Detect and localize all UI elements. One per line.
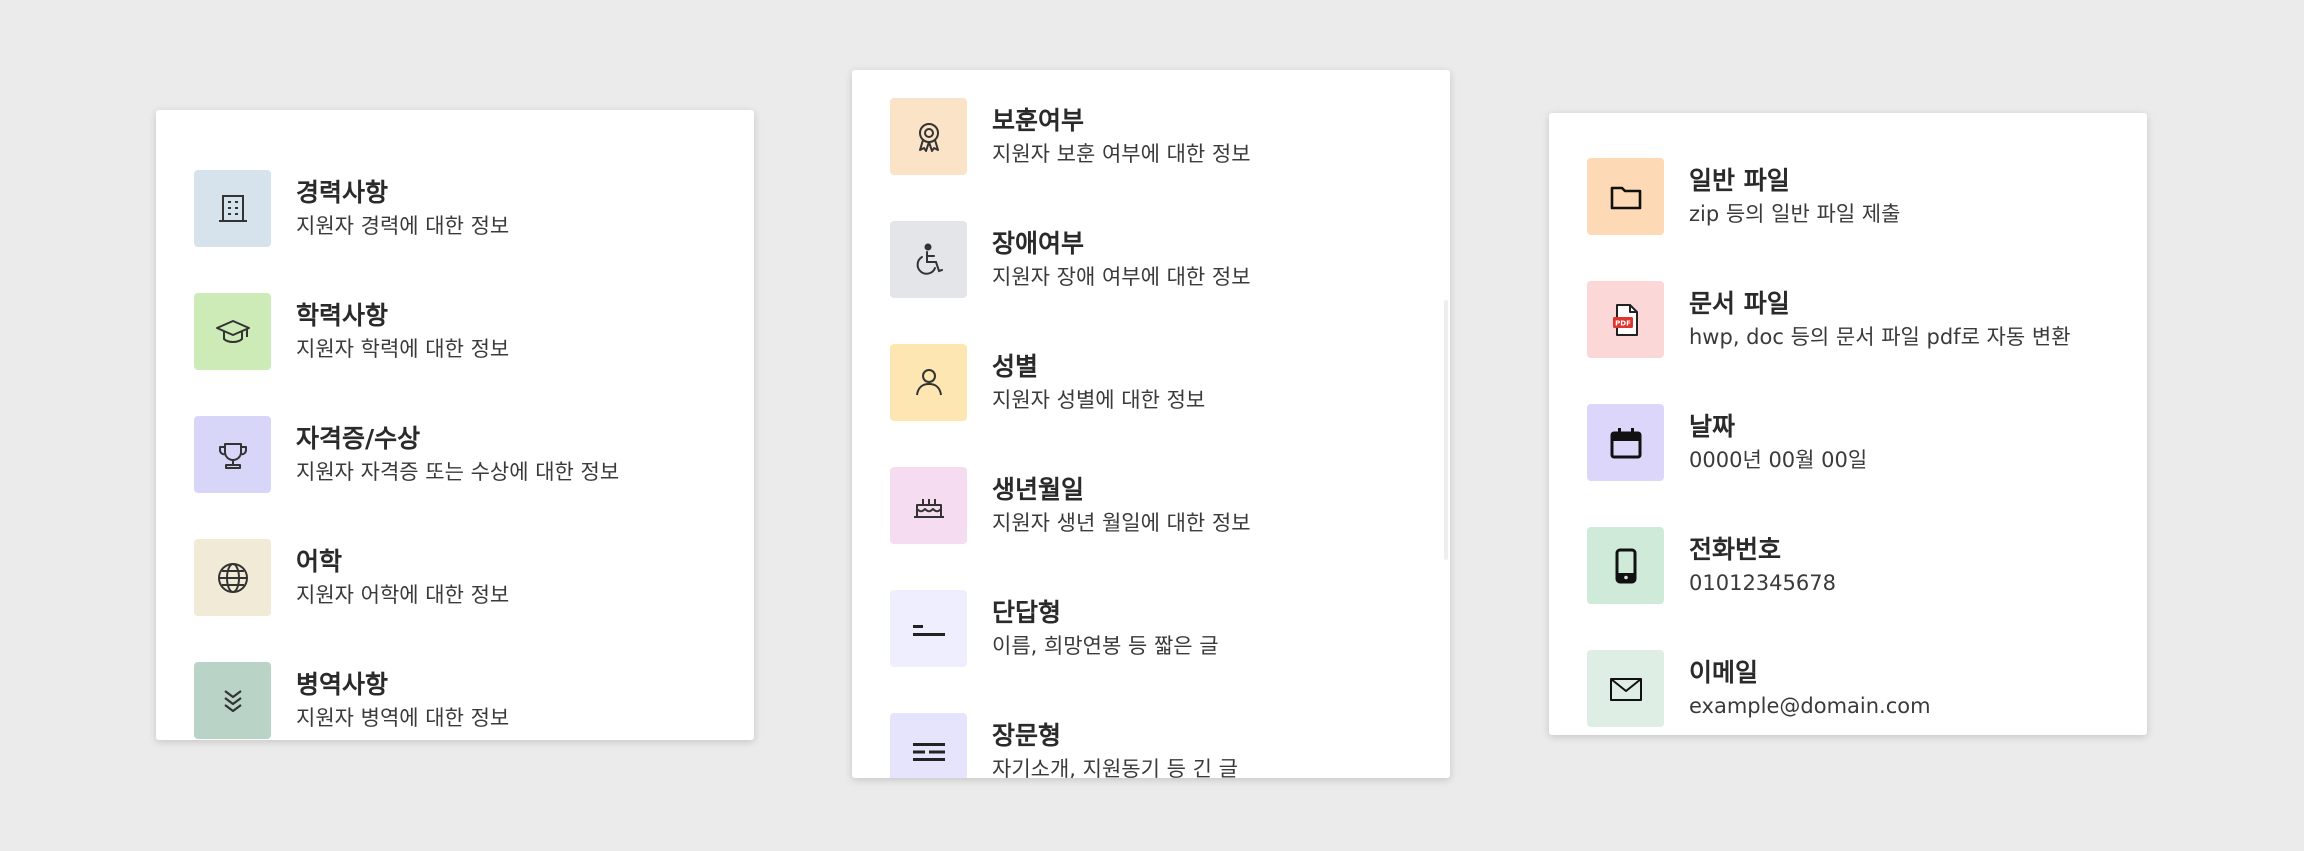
item-description: 자기소개, 지원동기 등 긴 글 — [992, 756, 1238, 779]
input-type-card: 일반 파일 zip 등의 일반 파일 제출 PDF 문서 파일 hwp, doc… — [1549, 113, 2147, 735]
folder-icon — [1610, 186, 1641, 209]
field-item-career[interactable]: 경력사항 지원자 경력에 대한 정보 — [156, 147, 754, 270]
building-icon — [218, 194, 247, 222]
field-item-long-answer[interactable]: 장문형 자기소개, 지원동기 등 긴 글 — [852, 690, 1450, 778]
field-item-email[interactable]: 이메일 example@domain.com — [1549, 627, 2147, 735]
icon-box — [194, 539, 271, 616]
medal-icon — [918, 122, 939, 152]
item-title: 자격증/수상 — [296, 423, 421, 453]
item-title: 전화번호 — [1689, 534, 1782, 564]
icon-box — [194, 293, 271, 370]
item-title: 일반 파일 — [1689, 165, 1790, 195]
icon-box — [890, 590, 967, 667]
item-description: hwp, doc 등의 문서 파일 pdf로 자동 변환 — [1689, 324, 2071, 349]
trophy-icon — [218, 442, 247, 469]
field-item-document-file[interactable]: PDF 문서 파일 hwp, doc 등의 문서 파일 pdf로 자동 변환 — [1549, 258, 2147, 381]
field-item-certificate[interactable]: 자격증/수상 지원자 자격증 또는 수상에 대한 정보 — [156, 393, 754, 516]
icon-box — [194, 170, 271, 247]
field-item-date[interactable]: 날짜 0000년 00월 00일 — [1549, 381, 2147, 504]
item-description: 지원자 성별에 대한 정보 — [992, 387, 1206, 412]
item-description: 01012345678 — [1689, 570, 1836, 595]
item-description: 지원자 장애 여부에 대한 정보 — [992, 264, 1251, 289]
item-title: 이메일 — [1689, 657, 1759, 687]
item-description: 지원자 어학에 대한 정보 — [296, 582, 510, 607]
field-item-veteran[interactable]: 보훈여부 지원자 보훈 여부에 대한 정보 — [852, 75, 1450, 198]
item-title: 보훈여부 — [992, 105, 1085, 135]
item-description: 지원자 경력에 대한 정보 — [296, 213, 510, 238]
long-text-icon — [912, 742, 945, 761]
personal-fields-card: 보훈여부 지원자 보훈 여부에 대한 정보 장애여부 지원자 장애 여부에 대한… — [852, 70, 1450, 778]
scrollbar[interactable] — [1444, 300, 1448, 560]
phone-icon — [1615, 548, 1636, 583]
pdf-badge-text: PDF — [1615, 319, 1631, 327]
pdf-file-icon: PDF — [1612, 303, 1638, 336]
field-item-general-file[interactable]: 일반 파일 zip 등의 일반 파일 제출 — [1549, 135, 2147, 258]
item-title: 학력사항 — [296, 300, 389, 330]
field-item-education[interactable]: 학력사항 지원자 학력에 대한 정보 — [156, 270, 754, 393]
mail-icon — [1609, 677, 1642, 701]
field-item-language[interactable]: 어학 지원자 어학에 대한 정보 — [156, 516, 754, 639]
item-title: 성별 — [992, 351, 1039, 381]
item-title: 장문형 — [992, 720, 1062, 750]
icon-box: PDF — [1587, 281, 1664, 358]
item-title: 생년월일 — [992, 474, 1085, 504]
item-description: 지원자 병역에 대한 정보 — [296, 705, 510, 730]
item-description: example@domain.com — [1689, 693, 1931, 718]
icon-box — [890, 98, 967, 175]
item-title: 어학 — [296, 546, 343, 576]
calendar-icon — [1610, 427, 1641, 458]
field-item-short-answer[interactable]: 단답형 이름, 희망연봉 등 짧은 글 — [852, 567, 1450, 690]
item-description: 0000년 00월 00일 — [1689, 447, 1868, 472]
cake-icon — [913, 498, 944, 518]
item-description: 지원자 학력에 대한 정보 — [296, 336, 510, 361]
field-item-gender[interactable]: 성별 지원자 성별에 대한 정보 — [852, 321, 1450, 444]
item-description: 지원자 생년 월일에 대한 정보 — [992, 510, 1251, 535]
icon-box — [890, 221, 967, 298]
item-title: 경력사항 — [296, 177, 389, 207]
item-title: 장애여부 — [992, 228, 1085, 258]
icon-box — [1587, 404, 1664, 481]
short-text-icon — [912, 624, 945, 636]
item-title: 날짜 — [1689, 411, 1736, 441]
item-title: 단답형 — [992, 597, 1062, 627]
person-icon — [915, 368, 942, 395]
field-item-phone[interactable]: 전화번호 01012345678 — [1549, 504, 2147, 627]
chevrons-down-icon — [223, 689, 242, 712]
icon-box — [1587, 158, 1664, 235]
field-item-birthdate[interactable]: 생년월일 지원자 생년 월일에 대한 정보 — [852, 444, 1450, 567]
icon-box — [890, 467, 967, 544]
field-item-military[interactable]: 병역사항 지원자 병역에 대한 정보 — [156, 639, 754, 740]
icon-box — [1587, 527, 1664, 604]
item-description: 지원자 보훈 여부에 대한 정보 — [992, 141, 1251, 166]
icon-box — [194, 416, 271, 493]
item-description: zip 등의 일반 파일 제출 — [1689, 201, 1901, 226]
item-title: 문서 파일 — [1689, 288, 1790, 318]
field-item-disability[interactable]: 장애여부 지원자 장애 여부에 대한 정보 — [852, 198, 1450, 321]
globe-icon — [217, 562, 248, 593]
profile-fields-card: 경력사항 지원자 경력에 대한 정보 학력사항 지원자 학력에 대한 정보 자격… — [156, 110, 754, 740]
graduation-cap-icon — [215, 319, 250, 343]
icon-box — [890, 344, 967, 421]
icon-box — [890, 713, 967, 778]
item-title: 병역사항 — [296, 669, 389, 699]
icon-box — [194, 662, 271, 739]
item-description: 지원자 자격증 또는 수상에 대한 정보 — [296, 459, 620, 484]
wheelchair-icon — [916, 243, 943, 275]
item-description: 이름, 희망연봉 등 짧은 글 — [992, 633, 1219, 658]
icon-box — [1587, 650, 1664, 727]
